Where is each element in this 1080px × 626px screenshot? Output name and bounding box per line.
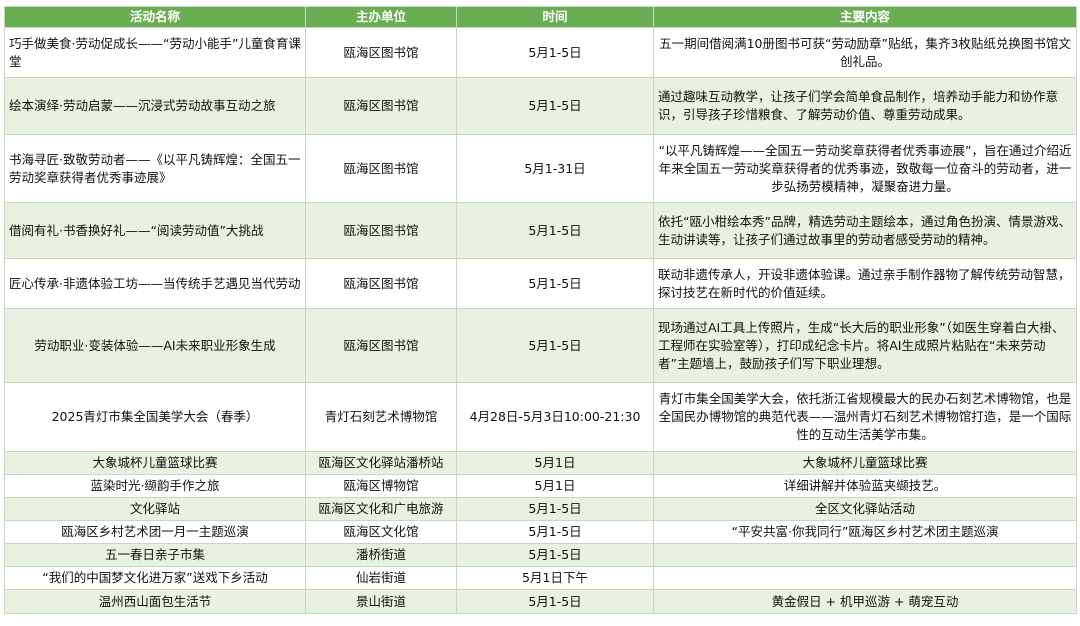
cell-content: 通过趣味互动教学，让孩子们学会简单食品制作，培养动手能力和协作意识，引导孩子珍惜… — [653, 77, 1077, 135]
cell-time: 5月1-5日 — [456, 520, 654, 544]
table-row: 五一春日亲子市集 潘桥街道 5月1-5日 — [4, 543, 1077, 567]
cell-name: 文化驿站 — [4, 497, 306, 521]
activity-table: 活动名称 主办单位 时间 主要内容 巧手做美食·劳动促成长——“劳动小能手”儿童… — [4, 6, 1077, 614]
cell-name: 五一春日亲子市集 — [4, 543, 306, 567]
cell-name: 大象城杯儿童篮球比赛 — [4, 451, 306, 475]
cell-name: 绘本演绎·劳动启蒙——沉浸式劳动故事互动之旅 — [4, 77, 306, 135]
cell-name: 巧手做美食·劳动促成长——“劳动小能手”儿童食育课堂 — [4, 27, 306, 78]
cell-time: 5月1-5日 — [456, 202, 654, 259]
cell-content: 青灯市集全国美学大会，依托浙江省规模最大的民办石刻艺术博物馆，也是全国民办博物馆… — [653, 382, 1077, 452]
cell-org: 瓯海区文化馆 — [305, 520, 457, 544]
table-row: 巧手做美食·劳动促成长——“劳动小能手”儿童食育课堂 瓯海区图书馆 5月1-5日… — [4, 27, 1077, 78]
cell-content: “以平凡铸辉煌——全国五一劳动奖章获得者优秀事迹展”，旨在通过介绍近年来全国五一… — [653, 134, 1077, 203]
cell-content: 详细讲解并体验蓝夹缬技艺。 — [653, 474, 1077, 498]
cell-name: 书海寻匠·致敬劳动者——《以平凡铸辉煌：全国五一劳动奖章获得者优秀事迹展》 — [4, 134, 306, 203]
cell-org: 瓯海区图书馆 — [305, 258, 457, 309]
table-row: 绘本演绎·劳动启蒙——沉浸式劳动故事互动之旅 瓯海区图书馆 5月1-5日 通过趣… — [4, 77, 1077, 135]
table-row: 借阅有礼·书香换好礼——“阅读劳动值”大挑战 瓯海区图书馆 5月1-5日 依托“… — [4, 202, 1077, 259]
cell-time: 5月1-5日 — [456, 589, 654, 614]
cell-org: 瓯海区图书馆 — [305, 202, 457, 259]
cell-time: 5月1日下午 — [456, 566, 654, 590]
cell-name: “我们的中国梦文化进万家”送戏下乡活动 — [4, 566, 306, 590]
cell-time: 5月1-5日 — [456, 27, 654, 78]
cell-time: 5月1-5日 — [456, 77, 654, 135]
cell-org: 瓯海区图书馆 — [305, 77, 457, 135]
cell-content: 五一期间借阅满10册图书可获“劳动励章”贴纸，集齐3枚贴纸兑换图书馆文创礼品。 — [653, 27, 1077, 78]
table-row: 大象城杯儿童篮球比赛 瓯海区文化驿站潘桥站 5月1日 大象城杯儿童篮球比赛 — [4, 451, 1077, 475]
cell-time: 5月1-5日 — [456, 258, 654, 309]
cell-name: 瓯海区乡村艺术团一月一主题巡演 — [4, 520, 306, 544]
header-time: 时间 — [456, 6, 654, 28]
header-content: 主要内容 — [653, 6, 1077, 28]
table-row: 文化驿站 瓯海区文化和广电旅游 5月1-5日 全区文化驿站活动 — [4, 497, 1077, 521]
cell-name: 2025青灯市集全国美学大会（春季） — [4, 382, 306, 452]
table-row: 2025青灯市集全国美学大会（春季） 青灯石刻艺术博物馆 4月28日-5月3日1… — [4, 382, 1077, 452]
cell-content: “平安共富·你我同行”瓯海区乡村艺术团主题巡演 — [653, 520, 1077, 544]
cell-org: 瓯海区图书馆 — [305, 134, 457, 203]
cell-org: 青灯石刻艺术博物馆 — [305, 382, 457, 452]
table-row: 瓯海区乡村艺术团一月一主题巡演 瓯海区文化馆 5月1-5日 “平安共富·你我同行… — [4, 520, 1077, 544]
cell-org: 仙岩街道 — [305, 566, 457, 590]
cell-content: 联动非遗传承人，开设非遗体验课。通过亲手制作器物了解传统劳动智慧，探讨技艺在新时… — [653, 258, 1077, 309]
cell-content: 大象城杯儿童篮球比赛 — [653, 451, 1077, 475]
cell-name: 劳动职业·变装体验——AI未来职业形象生成 — [4, 308, 306, 383]
cell-org: 瓯海区文化和广电旅游 — [305, 497, 457, 521]
cell-content — [653, 566, 1077, 590]
cell-name: 蓝染时光·缬韵手作之旅 — [4, 474, 306, 498]
cell-content: 全区文化驿站活动 — [653, 497, 1077, 521]
cell-content: 依托“瓯小柑绘本秀”品牌，精选劳动主题绘本，通过角色扮演、情景游戏、生动讲读等，… — [653, 202, 1077, 259]
cell-time: 5月1日 — [456, 451, 654, 475]
table-row: 书海寻匠·致敬劳动者——《以平凡铸辉煌：全国五一劳动奖章获得者优秀事迹展》 瓯海… — [4, 134, 1077, 203]
cell-content: 现场通过AI工具上传照片，生成“长大后的职业形象”（如医生穿着白大褂、工程师在实… — [653, 308, 1077, 383]
cell-name: 借阅有礼·书香换好礼——“阅读劳动值”大挑战 — [4, 202, 306, 259]
cell-time: 5月1-5日 — [456, 497, 654, 521]
table-row: 蓝染时光·缬韵手作之旅 瓯海区博物馆 5月1日 详细讲解并体验蓝夹缬技艺。 — [4, 474, 1077, 498]
cell-time: 4月28日-5月3日10:00-21:30 — [456, 382, 654, 452]
cell-time: 5月1-5日 — [456, 308, 654, 383]
cell-org: 潘桥街道 — [305, 543, 457, 567]
table-row: “我们的中国梦文化进万家”送戏下乡活动 仙岩街道 5月1日下午 — [4, 566, 1077, 590]
table-row: 劳动职业·变装体验——AI未来职业形象生成 瓯海区图书馆 5月1-5日 现场通过… — [4, 308, 1077, 383]
cell-name: 温州西山面包生活节 — [4, 589, 306, 614]
header-org: 主办单位 — [305, 6, 457, 28]
header-row: 活动名称 主办单位 时间 主要内容 — [4, 6, 1077, 28]
cell-time: 5月1-5日 — [456, 543, 654, 567]
cell-org: 瓯海区图书馆 — [305, 308, 457, 383]
table-row: 匠心传承·非遗体验工坊——当传统手艺遇见当代劳动 瓯海区图书馆 5月1-5日 联… — [4, 258, 1077, 309]
cell-org: 景山街道 — [305, 589, 457, 614]
cell-org: 瓯海区图书馆 — [305, 27, 457, 78]
cell-content: 黄金假日 + 机甲巡游 + 萌宠互动 — [653, 589, 1077, 614]
header-name: 活动名称 — [4, 6, 306, 28]
cell-name: 匠心传承·非遗体验工坊——当传统手艺遇见当代劳动 — [4, 258, 306, 309]
cell-content — [653, 543, 1077, 567]
table-row: 温州西山面包生活节 景山街道 5月1-5日 黄金假日 + 机甲巡游 + 萌宠互动 — [4, 589, 1077, 614]
cell-time: 5月1-31日 — [456, 134, 654, 203]
cell-org: 瓯海区文化驿站潘桥站 — [305, 451, 457, 475]
cell-org: 瓯海区博物馆 — [305, 474, 457, 498]
cell-time: 5月1日 — [456, 474, 654, 498]
